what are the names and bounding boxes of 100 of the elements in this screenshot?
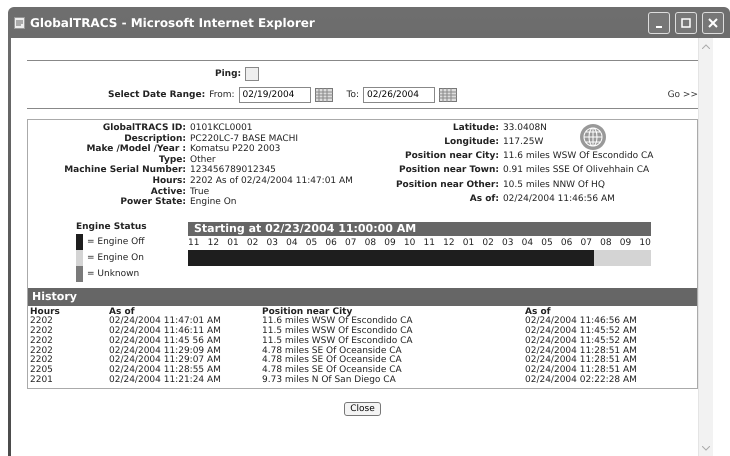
maximize-button[interactable]: [675, 12, 697, 34]
hour-label: 02: [246, 236, 258, 250]
table-cell-text: 02/24/2004 02:22:28 AM: [525, 376, 638, 386]
field-value: Komatsu P220 2003: [190, 144, 282, 155]
to-label: To:: [346, 90, 360, 100]
field-value: 123456789012345: [190, 165, 277, 176]
column-header: Position near City: [262, 308, 352, 317]
from-date-field[interactable]: 02/19/2004: [238, 87, 311, 103]
table-cell-text: 02/24/2004 11:45:52 AM: [525, 327, 638, 336]
field-label: Position near City:: [404, 151, 499, 162]
table-cell-text: 11.5 miles WSW Of Escondido CA: [262, 327, 414, 336]
field-value: 02/24/2004 11:46:56 AM: [502, 194, 616, 204]
field-label: GlobalTRACS ID:: [102, 123, 186, 134]
ping-checkbox[interactable]: [245, 67, 260, 81]
window-title: GlobalTRACS - Microsoft Internet Explorer: [30, 16, 316, 30]
table-cell-text: 4.78 miles SE Of Oceanside CA: [262, 366, 403, 375]
field-value: PC220LC-7 BASE MACHI: [190, 134, 300, 144]
table-cell-text: 2205: [30, 366, 54, 375]
hour-label: 05: [306, 236, 318, 250]
table-cell-text: 02/24/2004 11:46:11 AM: [109, 327, 222, 336]
close-button[interactable]: [702, 12, 724, 34]
table-cell-text: 02/24/2004 11:47:01 AM: [109, 317, 222, 326]
table-cell-text: 02/24/2004 11:46:56 AM: [525, 317, 638, 326]
table-cell-text: 4.78 miles SE Of Oceanside CA: [262, 346, 403, 356]
legend-label: = Unknown: [87, 268, 140, 279]
hour-label: 03: [266, 236, 278, 250]
field-label: Type:: [158, 154, 186, 165]
hour-label: 03: [502, 236, 514, 250]
hour-label: 04: [522, 236, 534, 250]
hour-label: 11: [424, 236, 435, 250]
hour-label: 09: [620, 236, 632, 250]
from-label: From:: [209, 90, 235, 100]
hour-label: 08: [364, 236, 376, 250]
column-header: As of: [525, 308, 551, 317]
hour-label: 04: [286, 236, 298, 250]
field-value: 2202 As of 02/24/2004 11:47:01 AM: [190, 176, 353, 187]
field-label: Position near Other:: [394, 180, 499, 190]
calendar-icon[interactable]: [439, 88, 458, 102]
close-icon: [708, 18, 718, 28]
field-label: Machine Serial Number:: [63, 165, 186, 176]
table-cell-text: 2202: [30, 317, 54, 326]
field-label: Description:: [123, 134, 186, 144]
hour-label: 07: [580, 236, 592, 250]
globe-icon[interactable]: [578, 123, 607, 151]
field-value: 11.6 miles WSW Of Escondido CA: [502, 151, 654, 162]
table-cell-text: 02/24/2004 11:29:07 AM: [109, 356, 222, 366]
table-cell-text: 02/24/2004 11:28:51 AM: [525, 356, 638, 366]
hour-label: 01: [227, 236, 239, 250]
table-cell-text: 11.6 miles WSW Of Escondido CA: [262, 317, 414, 326]
ping-label: Ping:: [215, 69, 242, 79]
legend-label: = Engine On: [87, 252, 144, 263]
calendar-icon[interactable]: [314, 88, 333, 102]
field-label: Hours:: [151, 176, 186, 187]
field-label: Position near Town:: [398, 165, 499, 176]
maximize-icon: [681, 18, 691, 28]
table-cell-text: 11.5 miles WSW Of Escondido CA: [262, 336, 414, 346]
page-icon: [14, 16, 25, 28]
hour-label: 10: [639, 236, 651, 250]
table-cell-text: 2202: [30, 327, 54, 336]
close-dialog-button[interactable]: Close: [344, 402, 381, 416]
legend-label: = Engine Off: [87, 236, 144, 247]
table-cell-text: 02/24/2004 11:45:52 AM: [525, 336, 638, 346]
field-value: 33.0408N: [502, 123, 548, 134]
field-value: 10.5 miles NNW Of HQ: [502, 180, 606, 190]
to-date-field[interactable]: 02/26/2004: [363, 87, 436, 103]
hour-label: 11: [188, 236, 200, 250]
table-cell-text: 02/24/2004 11:29:09 AM: [109, 346, 222, 356]
hour-label: 12: [208, 236, 220, 250]
table-cell-text: 2202: [30, 346, 54, 356]
timeline-header: Starting at 02/23/2004 11:00:00 AM: [188, 222, 651, 236]
field-label: As of:: [468, 194, 499, 204]
field-value: Engine On: [190, 197, 238, 208]
field-value: Other: [190, 154, 217, 165]
hour-label: 12: [443, 236, 455, 250]
field-value: True: [190, 186, 210, 197]
table-cell-text: 02/24/2004 11:28:51 AM: [525, 346, 638, 356]
minimize-icon: [656, 26, 662, 28]
table-cell-text: 4.78 miles SE Of Oceanside CA: [262, 356, 403, 366]
field-label: Active:: [150, 186, 186, 197]
table-cell-text: 02/24/2004 11:21:24 AM: [109, 376, 222, 386]
hour-label: 02: [482, 236, 494, 250]
hour-label: 10: [404, 236, 416, 250]
hour-label: 07: [345, 236, 356, 250]
go-link[interactable]: Go >>: [668, 90, 698, 100]
table-cell-text: 2202: [30, 336, 54, 346]
table-cell-text: 2202: [30, 356, 54, 366]
minimize-button[interactable]: [648, 12, 670, 34]
date-range-label: Select Date Range:: [108, 90, 206, 100]
field-value: 117.25W: [502, 137, 544, 148]
history-header: History: [28, 288, 697, 306]
hour-label: 05: [541, 236, 553, 250]
hour-label: 08: [600, 236, 612, 250]
hour-label: 01: [462, 236, 474, 250]
hour-label: 06: [325, 236, 337, 250]
table-cell-text: 02/24/2004 11:28:55 AM: [109, 366, 222, 375]
field-value: 0101KCL0001: [190, 123, 254, 134]
table-cell-text: 02/24/2004 11:45 56 AM: [109, 336, 222, 346]
hour-label: 09: [384, 236, 396, 250]
field-label: Longitude:: [443, 137, 499, 148]
column-header: Hours: [30, 308, 61, 317]
